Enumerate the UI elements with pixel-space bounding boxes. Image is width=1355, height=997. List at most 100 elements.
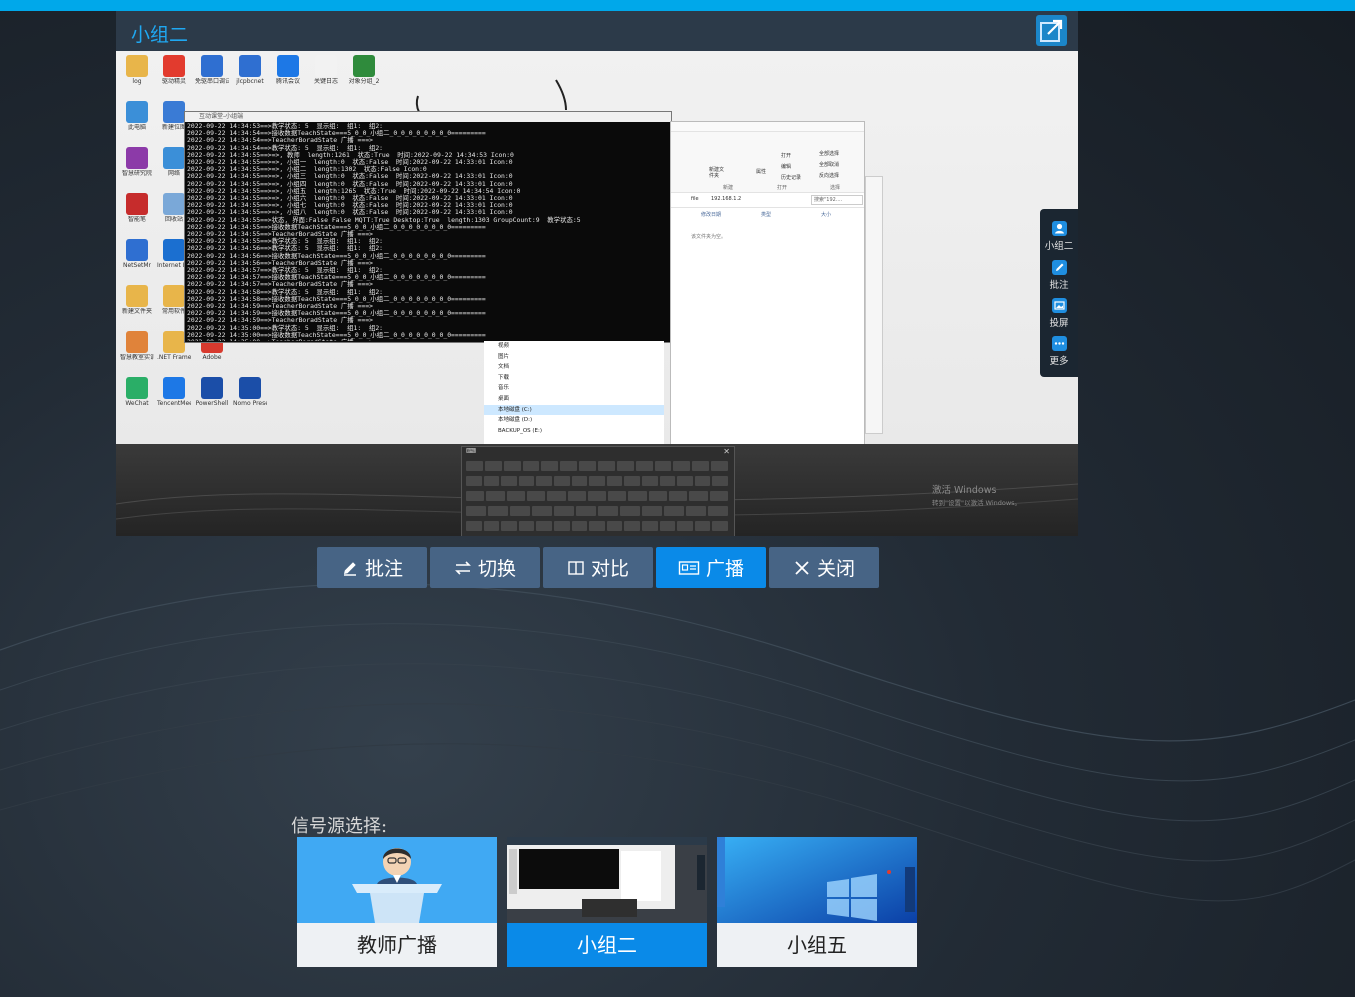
keyboard-key[interactable] [598, 506, 618, 516]
file-explorer-window[interactable]: 新建文件夹 属性 打开 编辑 历史记录 全部选择 全部取消 反向选择 新建 打开… [670, 121, 865, 444]
ribbon-select-all[interactable]: 全部选择 [819, 150, 839, 157]
source-card-group-2[interactable]: 小组二 [507, 837, 707, 967]
nav-item[interactable]: 本地磁盘 (D:) [484, 415, 664, 426]
keyboard-key[interactable] [620, 506, 640, 516]
keyboard-key[interactable] [560, 461, 578, 471]
desktop-icon[interactable]: WeChat [120, 377, 154, 419]
desktop-icon[interactable]: 腾讯会议 [271, 55, 305, 97]
keyboard-key[interactable] [526, 491, 546, 501]
expand-button[interactable] [1036, 15, 1067, 46]
keyboard-key[interactable] [642, 476, 658, 486]
explorer-scroll-strip[interactable] [865, 176, 883, 434]
desktop-icon[interactable]: Nomo Presenter [233, 377, 267, 419]
keyboard-key[interactable] [589, 521, 605, 531]
ribbon-select-none[interactable]: 全部取消 [819, 161, 839, 168]
keyboard-close-icon[interactable]: ✕ [723, 447, 730, 456]
nav-item[interactable]: 音乐 [484, 383, 664, 394]
desktop-icon[interactable]: 关键日志 [309, 55, 343, 97]
keyboard-key[interactable] [484, 461, 502, 471]
keyboard-key[interactable] [689, 491, 708, 501]
keyboard-key[interactable] [659, 476, 676, 486]
compare-button[interactable]: 对比 [543, 547, 653, 588]
keyboard-key[interactable] [648, 491, 668, 501]
desktop-icon[interactable]: jlcpbcnet [233, 55, 267, 97]
side-item-more[interactable]: 更多 [1040, 336, 1078, 367]
keyboard-key[interactable] [532, 506, 552, 516]
desktop-icon[interactable]: 此电脑 [120, 101, 154, 143]
keyboard-key[interactable] [547, 491, 566, 501]
nav-item[interactable]: 视频 [484, 341, 664, 352]
keyboard-key[interactable] [466, 521, 482, 531]
keyboard-key[interactable] [669, 491, 688, 501]
desktop-icon[interactable]: 驱动精灵 [157, 55, 191, 97]
side-item-group[interactable]: 小组二 [1040, 221, 1078, 252]
source-card-teacher[interactable]: 教师广播 [297, 837, 497, 967]
desktop-icon[interactable]: 智慧教室实训 [120, 331, 154, 373]
keyboard-key[interactable] [571, 476, 588, 486]
keyboard-key[interactable] [483, 521, 500, 531]
keyboard-key[interactable] [606, 521, 623, 531]
keyboard-key[interactable] [712, 521, 728, 531]
keyboard-key[interactable] [589, 476, 605, 486]
desktop-icon[interactable]: TencentMeeting [157, 377, 191, 419]
ribbon-invert-select[interactable]: 反向选择 [819, 172, 839, 179]
keyboard-key[interactable] [694, 521, 711, 531]
keyboard-key[interactable] [486, 491, 505, 501]
keyboard-key[interactable] [501, 476, 517, 486]
nav-item[interactable]: 图片 [484, 352, 664, 363]
keyboard-key[interactable] [466, 476, 482, 486]
keyboard-key[interactable] [642, 521, 658, 531]
desktop-icon[interactable]: 智能笔 [120, 193, 154, 235]
col-size[interactable]: 大小 [821, 211, 831, 218]
keyboard-key[interactable] [677, 476, 693, 486]
keyboard-key[interactable] [628, 491, 647, 501]
keyboard-key[interactable] [571, 521, 588, 531]
keyboard-key[interactable] [635, 461, 653, 471]
nav-item[interactable]: 本地磁盘 (C:) [484, 404, 664, 416]
keyboard-key[interactable] [466, 461, 483, 471]
ribbon-new-folder[interactable]: 新建文件夹 [709, 167, 725, 179]
keyboard-key[interactable] [654, 461, 672, 471]
col-modified[interactable]: 修改日期 [701, 211, 721, 218]
keyboard-key[interactable] [541, 461, 559, 471]
keyboard-key[interactable] [624, 476, 640, 486]
keyboard-key[interactable] [624, 521, 640, 531]
keyboard-key[interactable] [554, 506, 574, 516]
broadcast-button[interactable]: 广播 [656, 547, 766, 588]
keyboard-key[interactable] [506, 491, 525, 501]
keyboard-key[interactable] [522, 461, 540, 471]
desktop-icon[interactable]: 新建文件夹 [120, 285, 154, 327]
address-value[interactable]: 192.168.1.2 [711, 196, 741, 202]
switch-button[interactable]: 切换 [430, 547, 540, 588]
keyboard-key[interactable] [503, 461, 521, 471]
keyboard-key[interactable] [501, 521, 517, 531]
nav-item[interactable]: 下载 [484, 373, 664, 384]
keyboard-key[interactable] [709, 491, 728, 501]
desktop-icon[interactable]: PowerShell [195, 377, 229, 419]
keyboard-key[interactable] [510, 506, 530, 516]
source-card-group-5[interactable]: 小组五 [717, 837, 917, 967]
keyboard-key[interactable] [598, 461, 615, 471]
side-item-cast[interactable]: 投屏 [1040, 298, 1078, 329]
keyboard-key[interactable] [488, 506, 508, 516]
keyboard-key[interactable] [466, 506, 486, 516]
desktop-icon[interactable]: 免驱串口调试工具 [195, 55, 229, 97]
nav-item[interactable]: 文档 [484, 362, 664, 373]
keyboard-key[interactable] [608, 491, 627, 501]
keyboard-key[interactable] [536, 521, 552, 531]
console-window[interactable]: 互动课堂-小组端 2022-09-22 14:34:53==>教学状态: 5 显… [184, 111, 672, 343]
keyboard-key[interactable] [536, 476, 552, 486]
desktop-icon[interactable]: 智慧研究院 [120, 147, 154, 189]
keyboard-key[interactable] [567, 491, 586, 501]
keyboard-key[interactable] [664, 506, 684, 516]
desktop-icon[interactable]: NetSetMr [120, 239, 154, 281]
keyboard-key[interactable] [554, 476, 570, 486]
keyboard-key[interactable] [708, 506, 728, 516]
ribbon-edit[interactable]: 编辑 [781, 163, 791, 170]
keyboard-key[interactable] [518, 521, 535, 531]
remote-desktop[interactable]: log 驱动精灵 免驱串口调试工具 jlcpbcnet 腾讯会议 关键日志 对象分组_2 此电… [116, 51, 1078, 444]
side-item-annotate[interactable]: 批注 [1040, 260, 1078, 291]
keyboard-key[interactable] [694, 476, 711, 486]
ribbon-history[interactable]: 历史记录 [781, 174, 801, 181]
keyboard-key[interactable] [692, 461, 710, 471]
